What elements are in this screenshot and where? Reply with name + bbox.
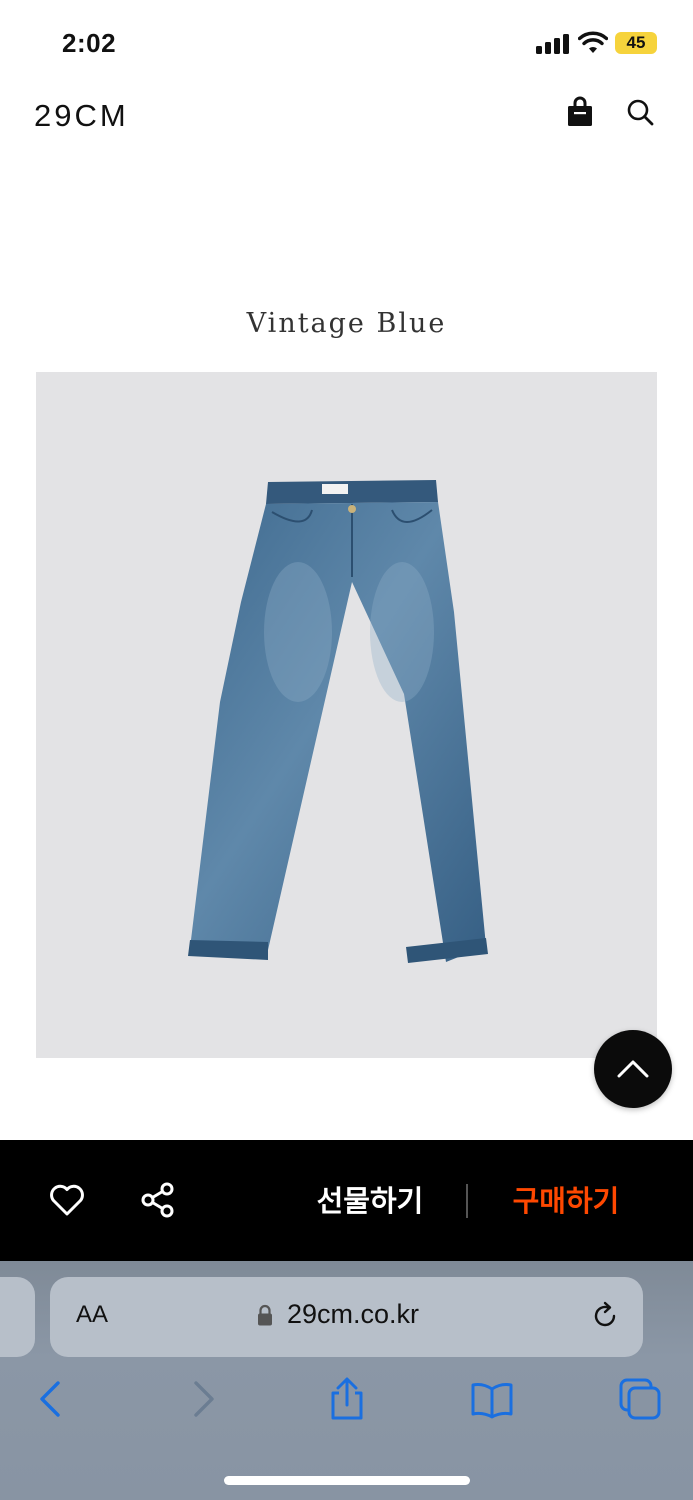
scroll-to-top-button[interactable]: [594, 1030, 672, 1108]
gift-button[interactable]: 선물하기: [300, 1180, 440, 1222]
address-bar[interactable]: AA 29cm.co.kr: [50, 1277, 643, 1357]
heart-icon[interactable]: [49, 1183, 85, 1217]
site-header: 29CM: [0, 88, 693, 148]
browser-toolbar: AA 29cm.co.kr: [0, 1261, 693, 1500]
cellular-signal-icon: [536, 34, 570, 54]
product-image[interactable]: [36, 372, 657, 1058]
url-text[interactable]: 29cm.co.kr: [287, 1299, 419, 1330]
reload-icon[interactable]: [590, 1301, 620, 1331]
back-icon[interactable]: [30, 1377, 74, 1421]
lock-icon: [258, 1304, 272, 1326]
site-logo[interactable]: 29CM: [34, 98, 129, 134]
search-icon[interactable]: [626, 98, 654, 126]
home-indicator: [224, 1476, 470, 1485]
forward-icon[interactable]: [180, 1377, 224, 1421]
reader-settings-button[interactable]: AA: [76, 1301, 108, 1329]
status-time: 2:02: [62, 28, 117, 58]
battery-indicator: 45: [615, 32, 657, 54]
chevron-up-icon: [617, 1060, 649, 1078]
status-bar: 2:02 45: [0, 0, 693, 88]
button-divider: [466, 1184, 468, 1218]
buy-button[interactable]: 구매하기: [496, 1180, 636, 1222]
share-sheet-icon[interactable]: [325, 1377, 369, 1421]
wifi-icon: [578, 31, 608, 53]
previous-tab-preview[interactable]: [0, 1277, 35, 1357]
purchase-bar: 선물하기 구매하기: [0, 1140, 693, 1261]
tabs-icon[interactable]: [618, 1377, 662, 1421]
bookmarks-icon[interactable]: [470, 1377, 514, 1421]
product-color-title: Vintage Blue: [246, 308, 447, 339]
shopping-bag-icon[interactable]: [566, 96, 594, 128]
share-icon[interactable]: [140, 1182, 176, 1218]
